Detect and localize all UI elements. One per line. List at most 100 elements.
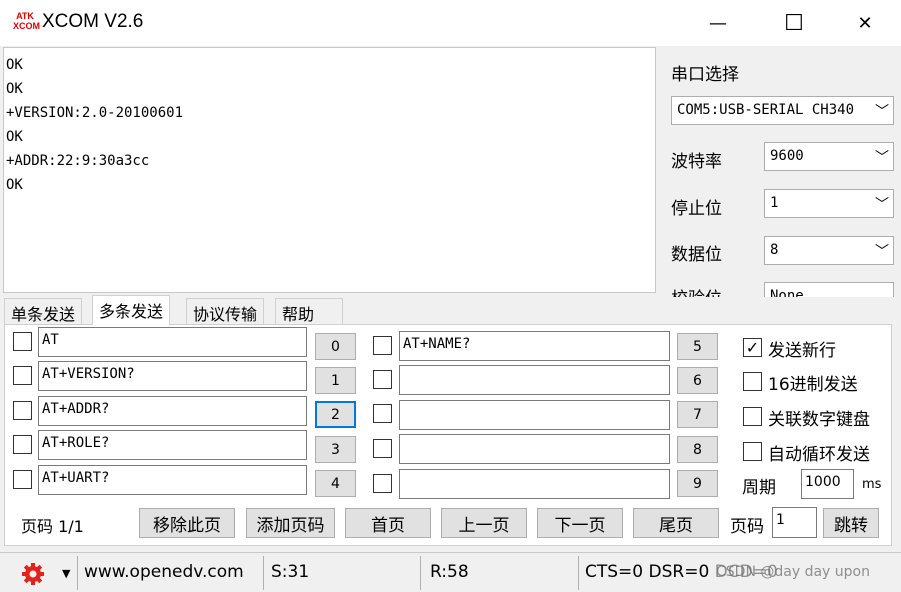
cmd-4-input[interactable]: AT+UART? <box>38 465 307 495</box>
chevron-down-icon: ﹀ <box>873 101 889 121</box>
cmd-4-checkbox[interactable] <box>13 470 32 489</box>
title-bar: ATK XCOM XCOM V2.6 — ☐ ✕ <box>0 0 901 46</box>
send-button-2[interactable]: 2 <box>315 401 356 428</box>
send-button-1[interactable]: 1 <box>315 367 356 394</box>
cmd-7-input[interactable] <box>399 400 670 430</box>
receive-line: OK <box>6 57 23 73</box>
cmd-7-checkbox[interactable] <box>373 404 392 423</box>
send-button-7[interactable]: 7 <box>677 401 718 428</box>
send-button-6[interactable]: 6 <box>677 367 718 394</box>
last-page-button[interactable]: 尾页 <box>633 508 719 538</box>
dropdown-arrow-icon[interactable]: ▼ <box>62 567 70 580</box>
tab-single-send[interactable]: 单条发送 <box>4 298 83 324</box>
receive-line: OK <box>6 177 23 193</box>
receive-area[interactable]: OK OK +VERSION:2.0-20100601 OK +ADDR:22:9:30… <box>3 47 656 293</box>
stopbit-select[interactable]: 1 ﹀ <box>764 189 894 218</box>
send-button-5[interactable]: 5 <box>677 333 718 360</box>
tab-multi-send[interactable]: 多条发送 <box>92 295 171 325</box>
chevron-down-icon: ﹀ <box>875 244 889 260</box>
port-label: 串口选择 <box>671 65 739 85</box>
gear-icon <box>22 563 44 585</box>
close-icon: ✕ <box>857 12 873 34</box>
cmd-1-checkbox[interactable] <box>13 366 32 385</box>
chevron-down-icon: ﹀ <box>875 150 889 166</box>
chevron-down-icon: ﹀ <box>875 197 889 213</box>
checkmark-icon: ✓ <box>745 338 760 357</box>
goto-page-button[interactable]: 跳转 <box>823 508 879 538</box>
cmd-6-checkbox[interactable] <box>373 370 392 389</box>
port-select[interactable]: COM5:USB-SERIAL CH340 ﹀ <box>671 96 894 125</box>
cmd-5-checkbox[interactable] <box>373 336 392 355</box>
baud-value: 9600 <box>770 148 804 164</box>
cmd-3-input[interactable]: AT+ROLE? <box>38 430 307 460</box>
next-page-button[interactable]: 下一页 <box>537 508 623 538</box>
goto-label: 页码 <box>730 517 764 537</box>
goto-page-input[interactable]: 1 <box>772 507 817 538</box>
settings-gear-icon[interactable] <box>20 562 46 586</box>
cmd-9-input[interactable] <box>399 469 670 499</box>
parity-value: None <box>770 288 804 297</box>
cmd-6-input[interactable] <box>399 365 670 395</box>
first-page-button[interactable]: 首页 <box>345 508 431 538</box>
period-label: 周期 <box>742 478 776 498</box>
cmd-8-checkbox[interactable] <box>373 439 392 458</box>
link-numpad-label: 关联数字键盘 <box>768 410 870 430</box>
hex-send-checkbox[interactable] <box>743 372 762 391</box>
parity-row-clipped: 校验位 None <box>660 280 901 297</box>
status-separator <box>77 556 78 590</box>
received-count: R:58 <box>430 562 469 582</box>
cmd-9-checkbox[interactable] <box>373 474 392 493</box>
port-value: COM5:USB-SERIAL CH340 <box>677 102 855 118</box>
maximize-button[interactable]: ☐ <box>771 0 817 46</box>
minimize-button[interactable]: — <box>695 0 741 46</box>
window-title: XCOM V2.6 <box>42 11 144 32</box>
cmd-0-input[interactable]: AT <box>38 327 307 357</box>
logo-text-bottom: XCOM <box>13 21 40 31</box>
send-button-0[interactable]: 0 <box>315 333 356 360</box>
cmd-2-checkbox[interactable] <box>13 401 32 420</box>
minimize-icon: — <box>709 12 727 34</box>
website-link[interactable]: www.openedv.com <box>84 562 244 582</box>
send-button-9[interactable]: 9 <box>677 470 718 497</box>
tab-protocol[interactable]: 协议传输 <box>186 298 265 324</box>
send-button-8[interactable]: 8 <box>677 436 718 463</box>
cmd-1-input[interactable]: AT+VERSION? <box>38 361 307 391</box>
baud-label: 波特率 <box>671 152 722 172</box>
app-logo: ATK XCOM <box>13 11 40 35</box>
receive-line: +VERSION:2.0-20100601 <box>6 105 184 121</box>
page-info: 页码 1/1 <box>21 517 84 536</box>
send-button-3[interactable]: 3 <box>315 436 356 463</box>
watermark: CSDN @day day upon <box>716 564 870 580</box>
stopbit-label: 停止位 <box>671 199 722 219</box>
tab-help[interactable]: 帮助 <box>275 298 343 324</box>
cmd-2-input[interactable]: AT+ADDR? <box>38 396 307 426</box>
close-button[interactable]: ✕ <box>842 0 888 46</box>
baud-select[interactable]: 9600 ﹀ <box>764 142 894 171</box>
parity-select[interactable]: None <box>764 282 894 297</box>
parity-label: 校验位 <box>671 284 722 297</box>
cmd-5-input[interactable]: AT+NAME? <box>399 331 670 361</box>
period-input[interactable]: 1000 <box>801 469 854 499</box>
hex-send-label: 16进制发送 <box>768 375 858 395</box>
link-numpad-checkbox[interactable] <box>743 407 762 426</box>
status-separator <box>420 556 421 590</box>
maximize-icon: ☐ <box>784 10 804 36</box>
receive-line: OK <box>6 81 23 97</box>
send-newline-checkbox[interactable]: ✓ <box>743 338 762 357</box>
period-unit: ms <box>862 477 882 492</box>
receive-line: OK <box>6 129 23 145</box>
logo-text-top: ATK <box>16 11 34 21</box>
cmd-0-checkbox[interactable] <box>13 332 32 351</box>
cmd-8-input[interactable] <box>399 434 670 464</box>
stopbit-value: 1 <box>770 195 779 211</box>
status-separator <box>578 556 579 590</box>
auto-loop-checkbox[interactable] <box>743 442 762 461</box>
prev-page-button[interactable]: 上一页 <box>441 508 527 538</box>
databit-select[interactable]: 8 ﹀ <box>764 236 894 265</box>
databit-label: 数据位 <box>671 245 722 265</box>
databit-value: 8 <box>770 242 779 258</box>
send-button-4[interactable]: 4 <box>315 470 356 497</box>
remove-page-button[interactable]: 移除此页 <box>139 508 235 538</box>
add-page-button[interactable]: 添加页码 <box>246 508 335 538</box>
cmd-3-checkbox[interactable] <box>13 435 32 454</box>
